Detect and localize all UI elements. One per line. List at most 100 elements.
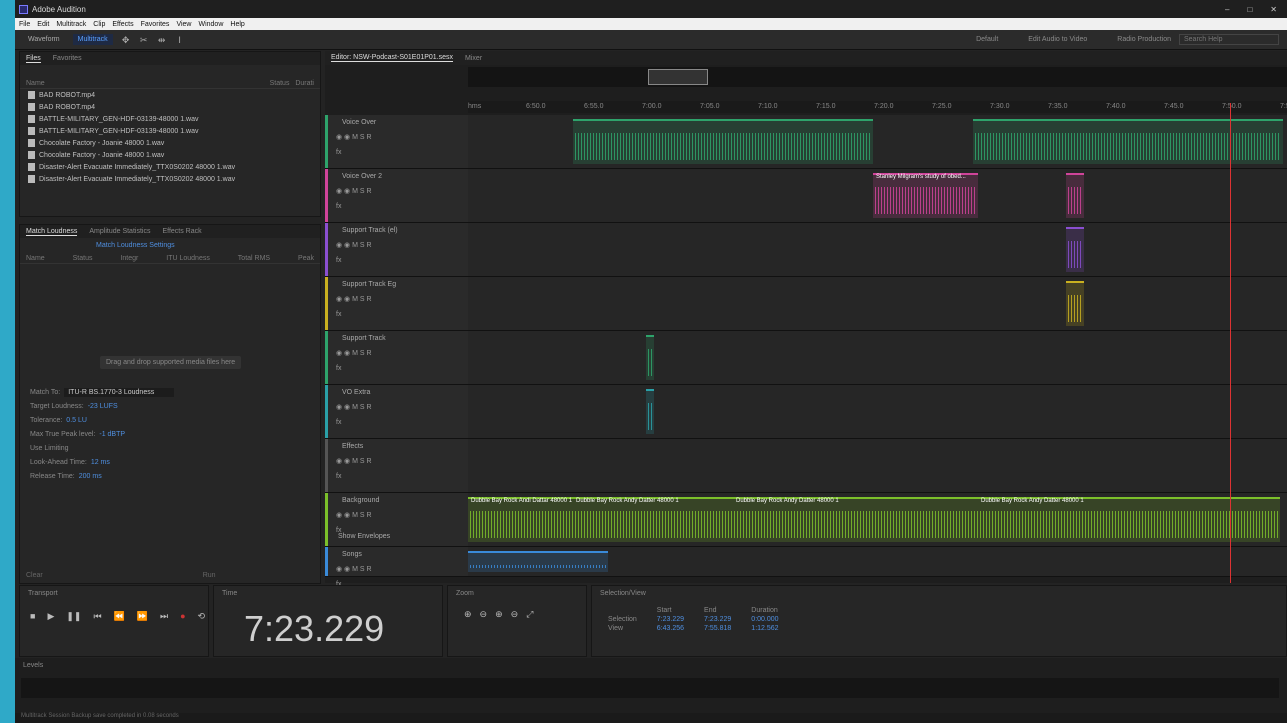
track-lane[interactable] — [468, 115, 1287, 168]
stop-icon[interactable]: ■ — [30, 611, 35, 622]
menu-item-favorites[interactable]: Favorites — [141, 21, 170, 28]
menu-item-effects[interactable]: Effects — [112, 21, 133, 28]
audio-clip[interactable] — [1066, 281, 1084, 326]
forward-icon[interactable]: ⏩ — [137, 611, 148, 622]
tab-favorites[interactable]: Favorites — [53, 55, 82, 62]
track-name[interactable]: Background — [342, 497, 379, 504]
selection-value[interactable]: 6:43.256 — [647, 624, 694, 633]
list-item[interactable]: Chocolate Factory - Joanie 48000 1.wav — [20, 149, 320, 161]
menu-item-window[interactable]: Window — [198, 21, 223, 28]
list-item[interactable]: BATTLE-MILITARY_GEN-HDF-03139-48000 1.wa… — [20, 113, 320, 125]
tab-editor[interactable]: Editor: NSW-Podcast-S01E01P01.sesx — [331, 54, 454, 62]
drop-area[interactable]: Drag and drop supported media files here — [20, 264, 320, 379]
move-tool-icon[interactable]: ✥ — [121, 35, 131, 45]
forward-end-icon[interactable]: ⏭ — [160, 611, 168, 622]
track-controls[interactable]: ◉ ◉ M S R — [336, 187, 372, 195]
menu-item-clip[interactable]: Clip — [93, 21, 105, 28]
track-controls[interactable]: ◉ ◉ M S R — [336, 295, 372, 303]
selection-value[interactable]: 7:23.229 — [694, 615, 741, 624]
track-name[interactable]: Voice Over — [342, 119, 376, 126]
minimize-button[interactable]: – — [1225, 5, 1229, 14]
close-button[interactable]: ✕ — [1270, 5, 1277, 14]
track-name[interactable]: Effects — [342, 443, 363, 450]
loudness-col[interactable]: ITU Loudness — [166, 255, 210, 262]
track-controls[interactable]: ◉ ◉ M S R — [336, 403, 372, 411]
pause-icon[interactable]: ❚❚ — [66, 611, 81, 622]
track-name[interactable]: Voice Over 2 — [342, 173, 382, 180]
rewind-icon[interactable]: ⏪ — [114, 611, 125, 622]
audio-clip[interactable] — [646, 335, 654, 380]
track-controls[interactable]: ◉ ◉ M S R — [336, 133, 372, 141]
clear-button[interactable]: Clear — [26, 572, 43, 579]
loudness-col[interactable]: Peak — [298, 255, 314, 262]
prop-value[interactable]: -1 dBTP — [99, 431, 125, 438]
selection-value[interactable]: 1:12.562 — [741, 624, 788, 633]
zoom-full-icon[interactable]: ⤢ — [526, 609, 533, 620]
selection-value[interactable]: 7:23.229 — [647, 615, 694, 624]
loudness-col[interactable]: Name — [26, 255, 45, 262]
fx-icon[interactable]: fx — [336, 419, 341, 426]
fx-icon[interactable]: fx — [336, 311, 341, 318]
run-button[interactable]: Run — [203, 572, 216, 579]
track-lane[interactable] — [468, 277, 1287, 330]
track-controls[interactable]: ◉ ◉ M S R — [336, 349, 372, 357]
loudness-col[interactable]: Status — [73, 255, 93, 262]
play-icon[interactable]: ▶ — [47, 611, 54, 622]
track-lane[interactable] — [468, 547, 1287, 576]
list-item[interactable]: BATTLE-MILITARY_GEN-HDF-03139-48000 1.wa… — [20, 125, 320, 137]
audio-clip[interactable] — [646, 389, 654, 434]
waveform-button[interactable]: Waveform — [23, 34, 65, 45]
overview-viewport[interactable] — [648, 69, 708, 85]
loudness-col[interactable]: Total RMS — [238, 255, 270, 262]
prop-value[interactable]: -23 LUFS — [88, 403, 118, 410]
list-item[interactable]: Chocolate Factory - Joanie 48000 1.wav — [20, 137, 320, 149]
track-name[interactable]: VO Extra — [342, 389, 370, 396]
fx-icon[interactable]: fx — [336, 473, 341, 480]
track-controls[interactable]: ◉ ◉ M S R — [336, 565, 372, 573]
record-icon[interactable]: ● — [180, 611, 185, 622]
track-lane[interactable]: Stanley Milgram's study of obed... — [468, 169, 1287, 222]
menu-item-file[interactable]: File — [19, 21, 30, 28]
tab-match-loudness[interactable]: Match Loudness — [26, 228, 78, 236]
prop-value[interactable]: 0.5 LU — [66, 417, 87, 424]
list-item[interactable]: Disaster-Alert Evacuate Immediately_TTX0… — [20, 173, 320, 185]
fx-icon[interactable]: fx — [336, 257, 341, 264]
playhead[interactable] — [1230, 103, 1231, 583]
zoom-in-amplitude-icon[interactable]: ⊕ — [464, 609, 472, 620]
menu-item-help[interactable]: Help — [230, 21, 244, 28]
menu-item-view[interactable]: View — [176, 21, 191, 28]
track-name[interactable]: Songs — [342, 551, 362, 558]
audio-clip[interactable] — [973, 119, 1283, 164]
maximize-button[interactable]: □ — [1247, 5, 1252, 14]
zoom-out-amplitude-icon[interactable]: ⊖ — [480, 609, 488, 620]
col-name[interactable]: Name — [26, 80, 45, 87]
tab-mixer[interactable]: Mixer — [465, 55, 482, 62]
zoom-out-time-icon[interactable]: ⊖ — [511, 609, 519, 620]
multitrack-button[interactable]: Multitrack — [72, 34, 113, 45]
audio-clip[interactable] — [573, 119, 873, 164]
menu-item-edit[interactable]: Edit — [37, 21, 49, 28]
track-lane[interactable] — [468, 223, 1287, 276]
overview-bar[interactable] — [468, 67, 1287, 87]
list-item[interactable]: Disaster-Alert Evacuate Immediately_TTX0… — [20, 161, 320, 173]
slip-tool-icon[interactable]: ⇹ — [157, 35, 167, 45]
loop-icon[interactable]: ⟲ — [198, 611, 206, 622]
track-controls[interactable]: ◉ ◉ M S R — [336, 457, 372, 465]
track-controls[interactable]: ◉ ◉ M S R — [336, 511, 372, 519]
prop-value[interactable]: 200 ms — [79, 473, 102, 480]
tab-amplitude-statistics[interactable]: Amplitude Statistics — [89, 228, 150, 235]
workspace-1[interactable]: Edit Audio to Video — [1028, 36, 1087, 43]
track-lane[interactable]: Dubble Bay Rock Andi Dattar 48000 1 Dubbl… — [338, 493, 1287, 546]
track-lane[interactable] — [468, 439, 1287, 492]
track-controls[interactable]: ◉ ◉ M S R — [336, 241, 372, 249]
selection-value[interactable]: 7:55.818 — [694, 624, 741, 633]
audio-clip[interactable] — [468, 551, 608, 572]
workspace-0[interactable]: Default — [976, 36, 998, 43]
match-to-select[interactable]: ITU-R BS.1770-3 Loudness — [64, 387, 175, 397]
fx-icon[interactable]: fx — [336, 203, 341, 210]
rewind-start-icon[interactable]: ⏮ — [93, 611, 101, 622]
selection-value[interactable]: 0:00.000 — [741, 615, 788, 624]
loudness-col[interactable]: Integr — [120, 255, 138, 262]
audio-clip[interactable] — [1066, 173, 1084, 218]
menu-item-multitrack[interactable]: Multitrack — [56, 21, 86, 28]
